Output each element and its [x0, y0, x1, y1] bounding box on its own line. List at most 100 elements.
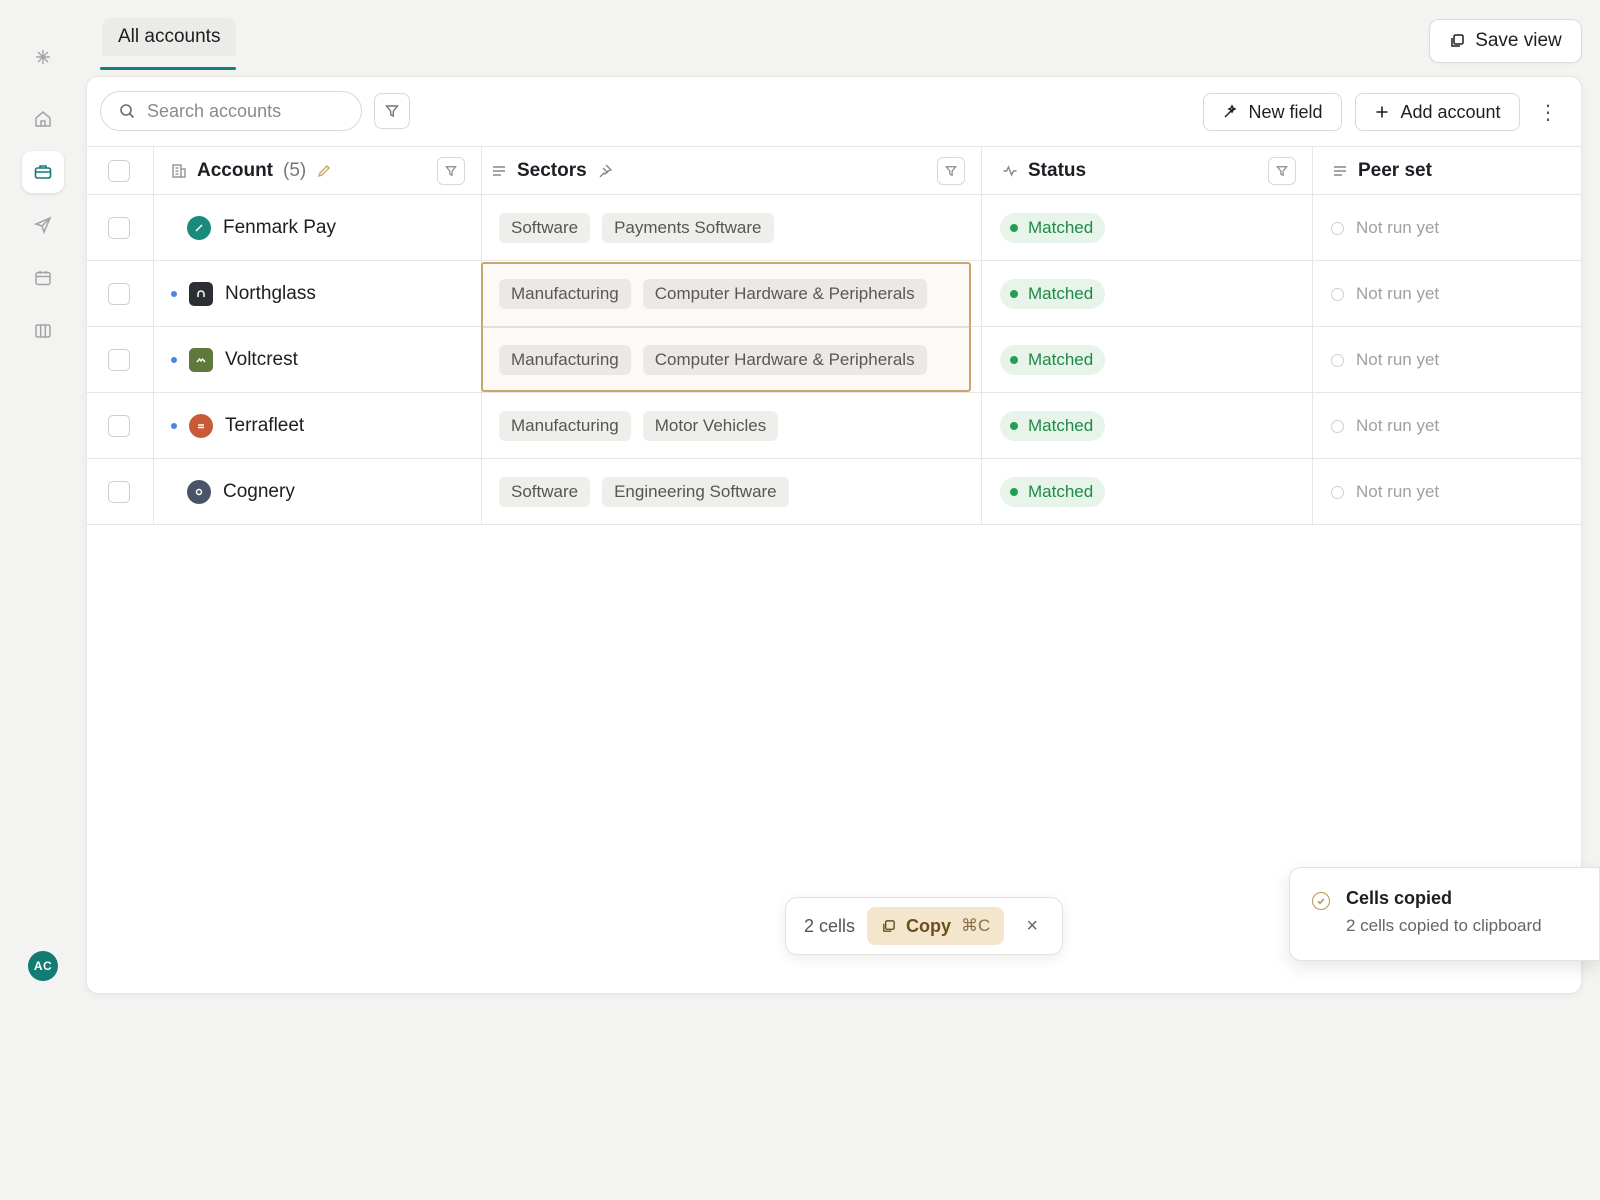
sectors-filter-button[interactable]	[937, 157, 965, 185]
new-field-button[interactable]: New field	[1203, 93, 1342, 131]
more-vertical-icon[interactable]: ⋮	[1533, 97, 1563, 127]
account-cell[interactable]: Cognery	[187, 459, 295, 525]
status-filter-button[interactable]	[1268, 157, 1296, 185]
account-logo	[187, 480, 211, 504]
peer-set-label: Not run yet	[1356, 218, 1440, 237]
unread-dot	[171, 423, 177, 429]
account-name: Fenmark Pay	[223, 217, 336, 238]
circle-icon	[1331, 419, 1344, 433]
columns-icon[interactable]	[22, 310, 64, 352]
sector-tag: Software	[499, 213, 591, 243]
toast-message: 2 cells copied to clipboard	[1346, 916, 1542, 935]
avatar[interactable]: AC	[28, 951, 58, 981]
send-icon[interactable]	[22, 204, 64, 246]
search-box[interactable]	[100, 91, 362, 131]
table-header: Account (5) Sectors Status Peer set	[87, 147, 1581, 195]
peer-set-cell[interactable]: Not run yet	[1331, 393, 1439, 459]
account-logo	[189, 414, 213, 438]
building-icon	[172, 164, 186, 178]
save-view-button[interactable]: Save view	[1429, 19, 1582, 63]
peer-set-cell[interactable]: Not run yet	[1331, 459, 1439, 525]
filter-icon	[385, 105, 399, 118]
status-label: Matched	[1028, 416, 1094, 435]
column-header-sectors[interactable]: Sectors	[491, 147, 613, 195]
search-input[interactable]	[147, 100, 347, 122]
status-badge[interactable]: Matched	[1000, 279, 1106, 309]
status-badge[interactable]: Matched	[1000, 345, 1106, 375]
column-label-status: Status	[1028, 160, 1087, 181]
tab-all-accounts[interactable]: All accounts	[102, 18, 237, 56]
status-dot	[1010, 224, 1018, 232]
sparkle-icon[interactable]	[22, 36, 64, 78]
peer-set-cell[interactable]: Not run yet	[1331, 195, 1439, 261]
sector-tag: Payments Software	[602, 213, 774, 243]
table-row[interactable]: Terrafleet Manufacturing Motor Vehicles …	[87, 393, 1581, 459]
filter-button[interactable]	[374, 93, 410, 129]
filter-icon	[1276, 166, 1288, 177]
wand-icon	[1224, 104, 1238, 118]
row-checkbox[interactable]	[108, 349, 130, 371]
column-header-account[interactable]: Account (5)	[171, 147, 332, 195]
circle-icon	[1331, 353, 1344, 367]
row-checkbox[interactable]	[108, 415, 130, 437]
lines-icon	[493, 166, 505, 176]
pin-icon[interactable]	[597, 163, 613, 179]
status-badge[interactable]: Matched	[1000, 477, 1106, 507]
table-row[interactable]: Cognery Software Engineering Software Ma…	[87, 459, 1581, 525]
selected-cells-count: 2 cells	[804, 915, 856, 936]
copy-button[interactable]: Copy ⌘C	[867, 907, 1005, 945]
sectors-cell[interactable]: Software Payments Software	[499, 195, 774, 261]
search-icon	[120, 104, 135, 119]
sectors-cell[interactable]: Software Engineering Software	[499, 459, 789, 525]
add-account-button[interactable]: Add account	[1355, 93, 1520, 131]
status-dot	[1010, 422, 1018, 430]
status-label: Matched	[1028, 284, 1094, 303]
sector-tag: Software	[499, 477, 591, 507]
home-icon[interactable]	[22, 98, 64, 140]
circle-icon	[1331, 221, 1344, 235]
column-label-peer-set: Peer set	[1358, 160, 1432, 181]
toast-title: Cells copied	[1346, 888, 1453, 908]
column-header-peer-set[interactable]: Peer set	[1332, 147, 1432, 195]
sectors-cell[interactable]: Manufacturing Motor Vehicles	[499, 393, 779, 459]
column-label-sectors: Sectors	[517, 160, 587, 181]
cell-selection[interactable]	[481, 262, 971, 392]
filter-icon	[945, 166, 957, 177]
account-cell[interactable]: Northglass	[171, 261, 316, 327]
status-badge[interactable]: Matched	[1000, 411, 1106, 441]
peer-set-cell[interactable]: Not run yet	[1331, 261, 1439, 327]
column-header-status[interactable]: Status	[1002, 147, 1086, 195]
peer-set-cell[interactable]: Not run yet	[1331, 327, 1439, 393]
status-label: Matched	[1028, 482, 1094, 501]
selection-divider	[483, 327, 969, 328]
sector-tag: Manufacturing	[499, 411, 631, 441]
circle-icon	[1331, 287, 1344, 301]
account-cell[interactable]: Fenmark Pay	[187, 195, 336, 261]
row-checkbox[interactable]	[108, 217, 130, 239]
check-circle-icon	[1312, 892, 1330, 910]
table-row[interactable]: Fenmark Pay Software Payments Software M…	[87, 195, 1581, 261]
account-name: Voltcrest	[225, 349, 298, 370]
select-all-checkbox[interactable]	[108, 160, 130, 182]
account-count: (5)	[283, 160, 307, 181]
activity-icon	[1003, 165, 1017, 177]
tab-underline	[100, 67, 236, 70]
circle-icon	[1331, 485, 1344, 499]
accounts-panel: New field Add account ⋮ Account (5) Sect…	[86, 76, 1582, 994]
status-badge[interactable]: Matched	[1000, 213, 1106, 243]
peer-set-label: Not run yet	[1356, 350, 1440, 369]
close-icon[interactable]: ×	[1026, 915, 1038, 938]
account-cell[interactable]: Voltcrest	[171, 327, 298, 393]
status-dot	[1010, 488, 1018, 496]
peer-set-label: Not run yet	[1356, 482, 1440, 501]
row-checkbox[interactable]	[108, 283, 130, 305]
row-checkbox[interactable]	[108, 481, 130, 503]
status-label: Matched	[1028, 218, 1094, 237]
copy-shortcut: ⌘C	[961, 916, 991, 935]
account-filter-button[interactable]	[437, 157, 465, 185]
briefcase-icon[interactable]	[22, 151, 64, 193]
calendar-icon[interactable]	[22, 257, 64, 299]
account-cell[interactable]: Terrafleet	[171, 393, 304, 459]
pencil-icon[interactable]	[316, 163, 332, 179]
plus-icon	[1376, 106, 1388, 118]
